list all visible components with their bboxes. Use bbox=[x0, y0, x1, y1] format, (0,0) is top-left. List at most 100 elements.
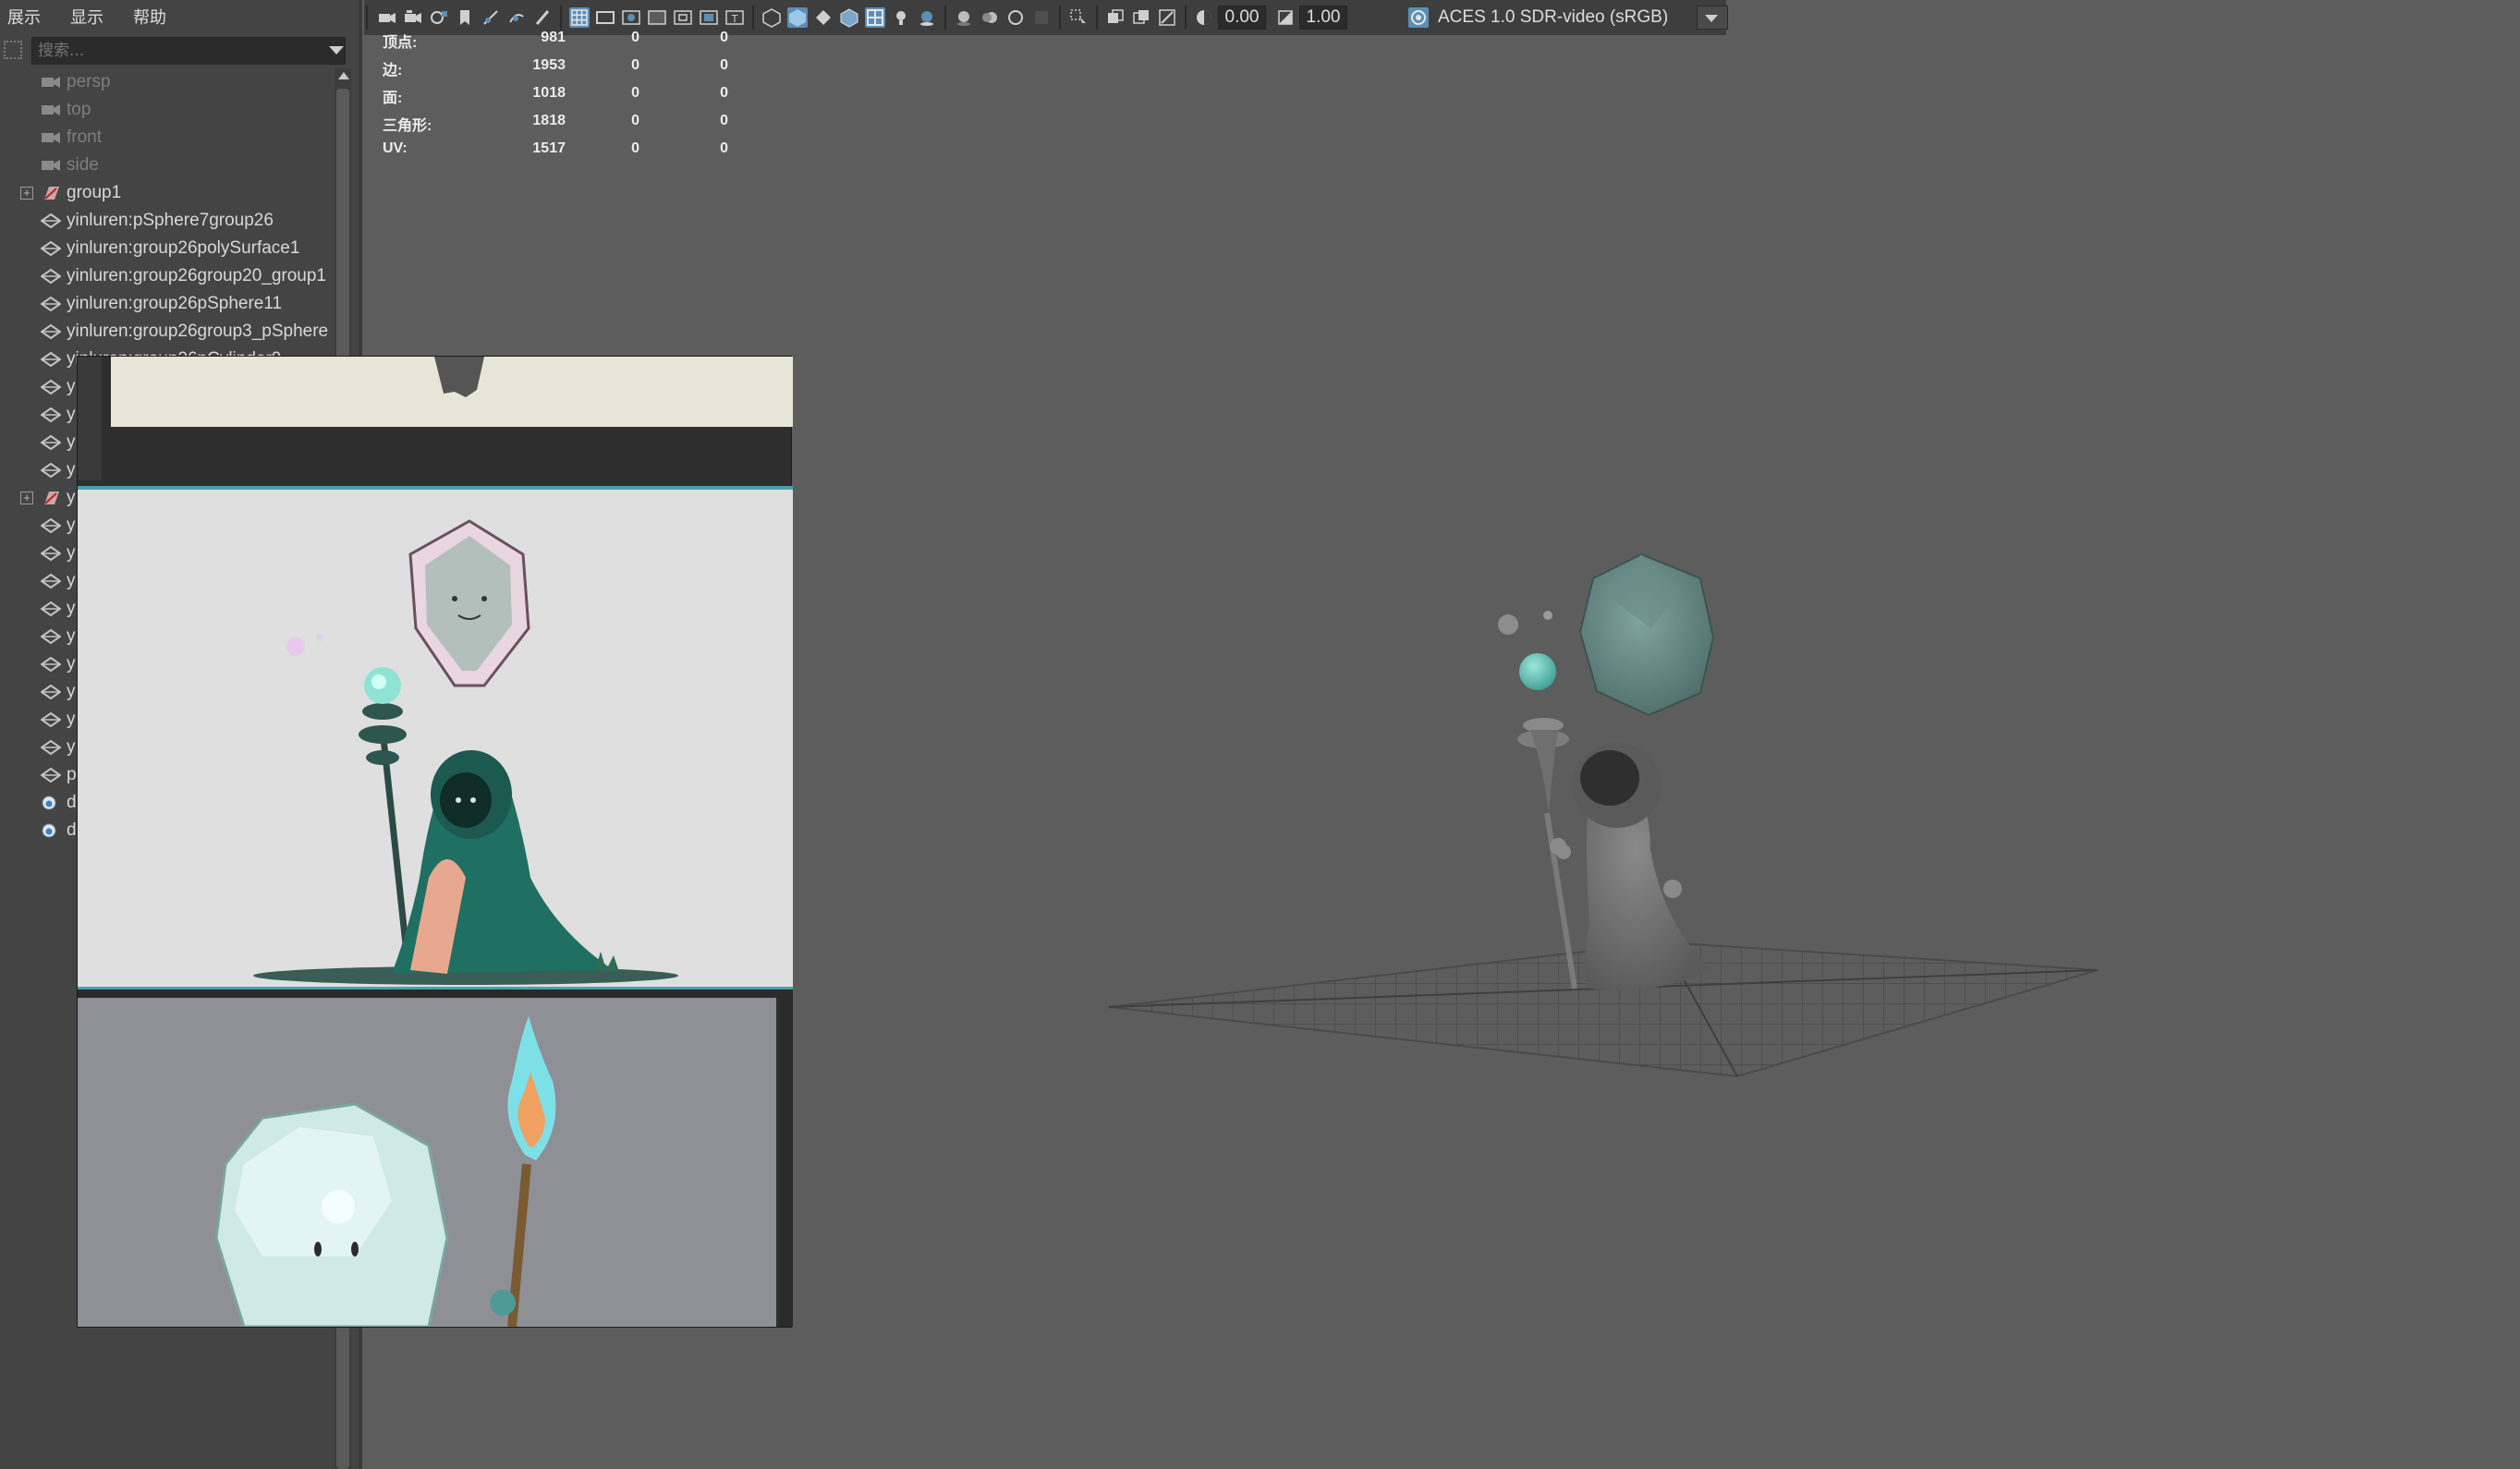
bookmarks-icon[interactable] bbox=[429, 7, 449, 28]
camera-attributes-icon[interactable] bbox=[403, 7, 423, 28]
toolbar-separator bbox=[944, 6, 946, 30]
xray-joints-icon[interactable] bbox=[1157, 7, 1177, 28]
wireframe-icon[interactable] bbox=[761, 7, 782, 28]
xray-active-components-icon[interactable] bbox=[1131, 7, 1151, 28]
gamma-field[interactable]: 1.00 bbox=[1299, 6, 1347, 30]
textured-icon[interactable] bbox=[865, 7, 885, 28]
hud-value-component: 0 bbox=[720, 57, 728, 73]
select-camera-icon[interactable] bbox=[377, 7, 397, 28]
pencil-icon[interactable] bbox=[532, 7, 553, 28]
screen-space-ao-icon[interactable] bbox=[954, 7, 974, 28]
outliner-item-top[interactable]: top bbox=[0, 96, 335, 124]
menu-item-display[interactable]: 显示 bbox=[70, 5, 103, 29]
outliner-item-mesh[interactable]: yinluren:group26group20_group1 bbox=[0, 262, 335, 290]
hud-value-total: 1517 bbox=[532, 140, 566, 156]
use-all-lights-icon[interactable] bbox=[891, 7, 911, 28]
expand-icon[interactable]: + bbox=[20, 187, 33, 200]
isolate-select-icon[interactable] bbox=[1068, 7, 1089, 28]
outliner-item-label: yinluren:group26group20_group1 bbox=[67, 266, 327, 285]
expand-icon[interactable]: + bbox=[20, 492, 33, 504]
hud-row-triangles: 三角形: 1818 0 0 bbox=[381, 113, 750, 140]
reference-image-window[interactable] bbox=[77, 356, 793, 1328]
chevron-down-icon[interactable] bbox=[329, 46, 344, 55]
outliner-item-group[interactable]: + group1 bbox=[0, 179, 335, 207]
color-space-select[interactable]: ACES 1.0 SDR-video (sRGB) bbox=[1438, 6, 1668, 30]
mesh-icon bbox=[41, 518, 61, 533]
safe-action-icon[interactable] bbox=[699, 7, 719, 28]
menu-item-help[interactable]: 帮助 bbox=[133, 5, 166, 29]
search-options-icon[interactable] bbox=[4, 41, 22, 59]
outliner-item-label: y bbox=[67, 405, 76, 424]
scroll-up-icon[interactable] bbox=[338, 72, 349, 79]
outliner-item-label: y bbox=[67, 710, 76, 729]
motion-blur-icon[interactable] bbox=[980, 7, 1000, 28]
outliner-item-front[interactable]: front bbox=[0, 124, 335, 152]
reference-scrollbar[interactable] bbox=[780, 998, 793, 1327]
mesh-icon bbox=[41, 574, 61, 589]
outliner-item-mesh[interactable]: yinluren:pSphere7group26 bbox=[0, 207, 335, 235]
hud-label: 三角形: bbox=[383, 118, 432, 134]
hud-label: UV: bbox=[383, 140, 408, 156]
wireframe-on-shaded-icon[interactable] bbox=[839, 7, 859, 28]
mesh-icon bbox=[41, 629, 61, 644]
menu-item-show[interactable]: 展示 bbox=[7, 5, 41, 29]
default-material-icon[interactable] bbox=[813, 7, 834, 28]
toolbar-separator bbox=[752, 6, 754, 30]
reference-image-top-strip bbox=[111, 357, 793, 427]
camera-icon bbox=[42, 160, 60, 171]
outliner-item-mesh[interactable]: yinluren:group26pSphere11 bbox=[0, 290, 335, 318]
grid-icon[interactable] bbox=[569, 7, 590, 28]
toolbar-separator bbox=[1096, 6, 1098, 30]
mesh-icon bbox=[41, 740, 61, 755]
exposure-field[interactable]: 0.00 bbox=[1218, 6, 1266, 30]
gate-mask-icon[interactable] bbox=[647, 7, 667, 28]
chevron-down-icon[interactable] bbox=[1705, 15, 1718, 22]
exposure-icon[interactable] bbox=[1194, 7, 1214, 28]
character-face bbox=[1580, 750, 1639, 806]
hud-row-edges: 边: 1953 0 0 bbox=[381, 57, 750, 85]
film-gate-icon[interactable] bbox=[595, 7, 615, 28]
mesh-icon bbox=[41, 269, 61, 284]
mesh-icon bbox=[41, 297, 61, 311]
outliner-search-input[interactable] bbox=[31, 37, 346, 65]
outliner-item-label: yinluren:group26polySurface1 bbox=[67, 238, 300, 258]
field-chart-icon[interactable] bbox=[673, 7, 693, 28]
grease-pencil-icon[interactable] bbox=[506, 7, 527, 28]
toolbar-separator bbox=[366, 6, 368, 30]
outliner-item-label: y bbox=[67, 599, 76, 618]
object-set-icon bbox=[42, 823, 56, 838]
2d-pan-zoom-icon[interactable] bbox=[481, 7, 501, 28]
mesh-icon bbox=[41, 712, 61, 727]
reference-image-top bbox=[434, 357, 484, 397]
smooth-shade-icon[interactable] bbox=[787, 7, 808, 28]
hud-label: 面: bbox=[383, 91, 403, 106]
outliner-item-side[interactable]: side bbox=[0, 152, 335, 179]
outliner-item-label: y bbox=[67, 543, 76, 563]
poly-count-hud: 顶点: 981 0 0 边: 1953 0 0 面: 1018 0 0 三角形:… bbox=[381, 30, 750, 168]
color-management-icon[interactable] bbox=[1408, 7, 1429, 28]
floating-sphere bbox=[1498, 614, 1518, 635]
outliner-item-persp[interactable]: persp bbox=[0, 68, 335, 96]
camera-icon bbox=[42, 104, 60, 115]
image-plane-icon[interactable] bbox=[455, 7, 475, 28]
outliner-item-mesh[interactable]: yinluren:group26polySurface1 bbox=[0, 235, 335, 262]
resolution-gate-icon[interactable] bbox=[621, 7, 641, 28]
outliner-item-mesh[interactable]: yinluren:group26group3_pSphere bbox=[0, 318, 335, 346]
safe-title-icon[interactable]: T bbox=[724, 7, 745, 28]
hud-row-uvs: UV: 1517 0 0 bbox=[381, 140, 750, 168]
gamma-icon[interactable] bbox=[1275, 7, 1296, 28]
outliner-item-label: yinluren:group26pSphere11 bbox=[67, 294, 283, 313]
hud-value-total: 981 bbox=[541, 30, 566, 45]
hud-value-selected: 0 bbox=[631, 30, 639, 45]
shadows-icon[interactable] bbox=[917, 7, 937, 28]
outliner-item-label: y bbox=[67, 626, 76, 646]
depth-of-field-icon[interactable] bbox=[1031, 7, 1052, 28]
hud-value-selected: 0 bbox=[631, 85, 639, 101]
reference-scroll-handle[interactable] bbox=[78, 357, 102, 480]
mesh-icon bbox=[41, 601, 61, 616]
viewport-3d-scene[interactable] bbox=[1090, 536, 2107, 1109]
crystal-creature-illustration bbox=[78, 998, 776, 1327]
outliner-item-label: persp bbox=[67, 72, 111, 91]
xray-icon[interactable] bbox=[1105, 7, 1126, 28]
anti-aliasing-icon[interactable] bbox=[1005, 7, 1026, 28]
